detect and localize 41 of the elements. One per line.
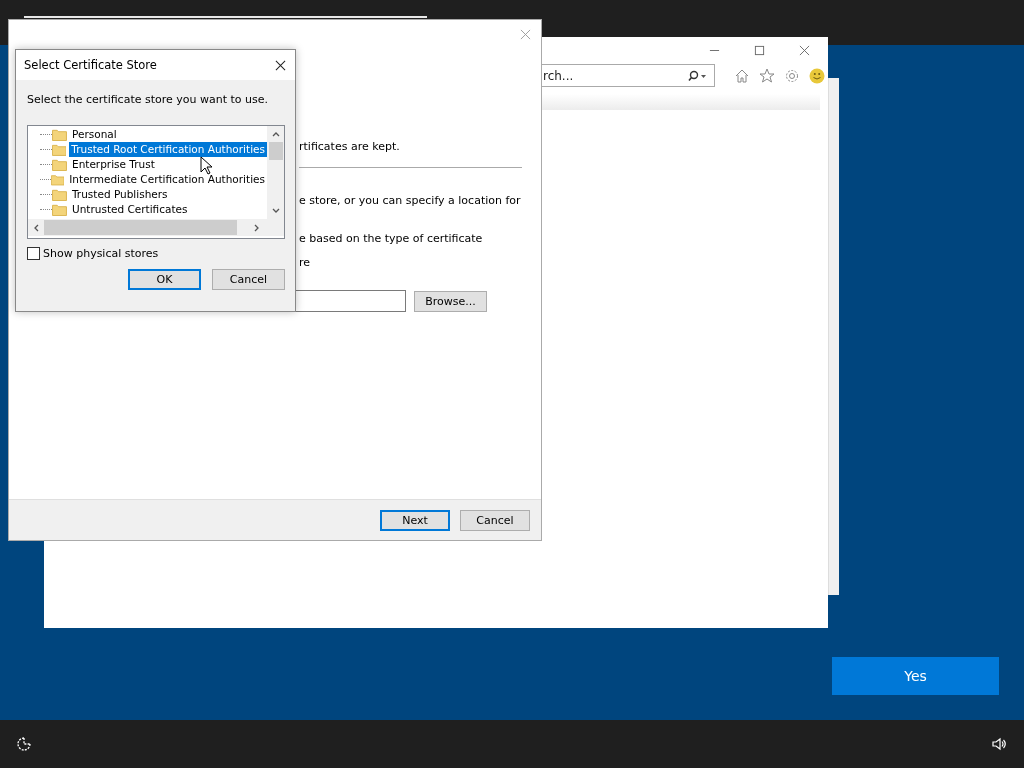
home-icon[interactable] — [734, 67, 750, 84]
vertical-scrollbar[interactable] — [267, 126, 284, 219]
close-icon[interactable] — [275, 59, 286, 71]
ok-button[interactable]: OK — [128, 269, 201, 290]
yes-button[interactable]: Yes — [832, 657, 999, 695]
cancel-button[interactable]: Cancel — [460, 509, 530, 531]
volume-icon[interactable] — [991, 736, 1007, 752]
cancel-button[interactable]: Cancel — [212, 269, 285, 290]
scroll-thumb[interactable] — [268, 142, 283, 160]
settings-icon[interactable] — [784, 67, 800, 84]
description-text: rtificates are kept. — [299, 140, 401, 154]
smiley-icon[interactable] — [809, 67, 825, 84]
search-icon[interactable] — [687, 70, 707, 82]
folder-icon — [50, 173, 65, 186]
folder-icon — [52, 188, 67, 201]
browse-button[interactable]: Browse... — [414, 290, 487, 312]
cursor-icon — [200, 156, 212, 175]
ease-of-access-icon[interactable] — [16, 736, 32, 752]
scroll-thumb[interactable] — [44, 220, 237, 235]
dialog-title: Select Certificate Store — [24, 58, 157, 72]
store-item[interactable]: Trusted Publishers — [70, 187, 170, 202]
next-button[interactable]: Next — [380, 509, 450, 531]
store-item[interactable]: Intermediate Certification Authorities — [67, 172, 267, 187]
folder-icon — [51, 143, 67, 156]
maximize-icon[interactable] — [754, 45, 765, 56]
radio-label: re — [299, 256, 312, 270]
store-item[interactable]: Trusted Root Certification Authorities — [69, 142, 267, 157]
radio-label: e based on the type of certificate — [299, 232, 484, 246]
store-item[interactable]: Personal — [70, 127, 119, 142]
store-item[interactable]: Untrusted Certificates — [70, 202, 190, 217]
checkbox-label[interactable]: Show physical stores — [43, 247, 159, 260]
store-item[interactable]: Enterprise Trust — [70, 157, 157, 172]
folder-icon — [52, 158, 67, 171]
prompt-text: Select the certificate store you want to use. — [27, 93, 270, 106]
checkbox[interactable] — [27, 247, 40, 260]
folder-icon — [52, 203, 67, 216]
star-icon[interactable] — [759, 67, 775, 84]
folder-icon — [52, 128, 67, 141]
search-field[interactable]: rch... — [541, 64, 715, 87]
description-text: e store, or you can specify a location for — [299, 194, 522, 208]
horizontal-scrollbar[interactable] — [28, 219, 284, 236]
